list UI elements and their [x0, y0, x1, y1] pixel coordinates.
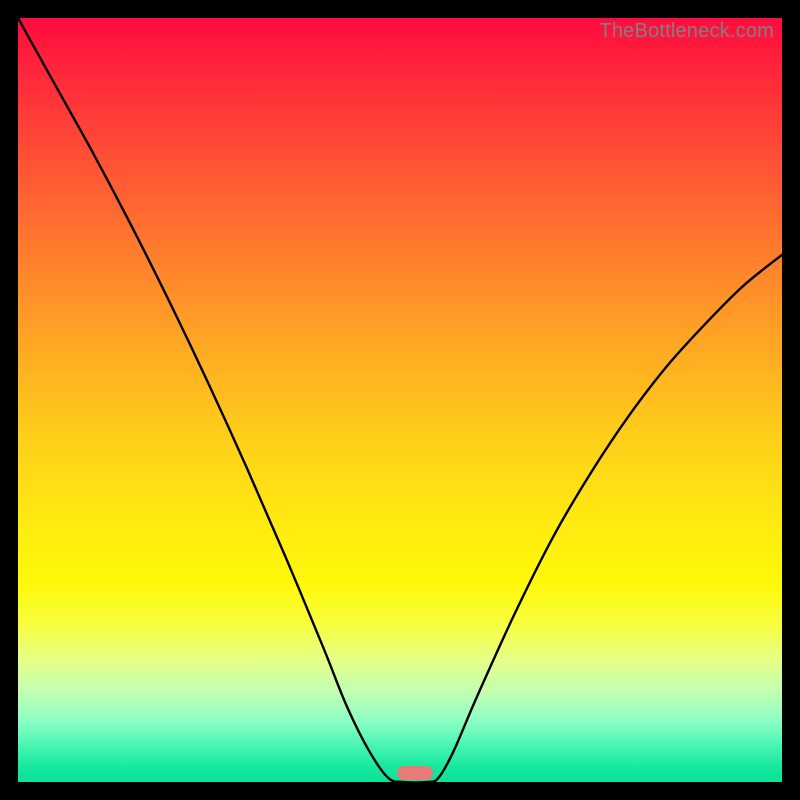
chart-frame: TheBottleneck.com [0, 0, 800, 800]
plot-area: TheBottleneck.com [18, 18, 782, 782]
bottleneck-curve [18, 18, 782, 782]
optimal-marker [397, 766, 433, 780]
